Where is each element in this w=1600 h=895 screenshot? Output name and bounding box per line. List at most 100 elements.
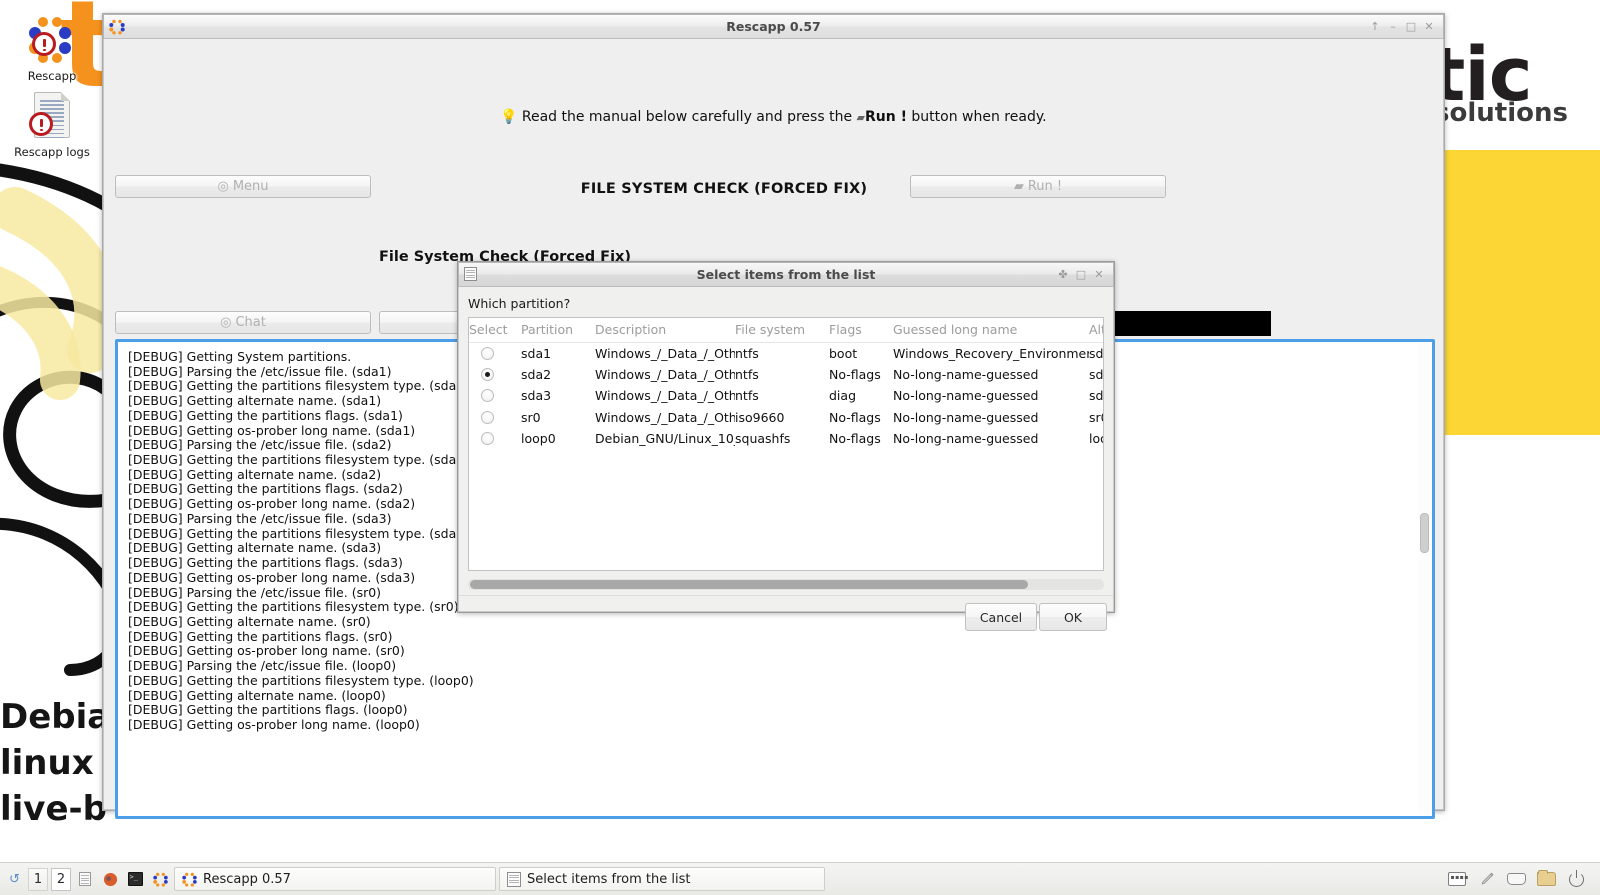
taskbar[interactable]: ↺ 1 2 >_ Rescapp 0.57 Select items from …	[0, 862, 1600, 895]
instruction-suffix: button when ready.	[906, 109, 1047, 125]
shade-icon[interactable]: ↑	[1367, 19, 1383, 35]
cell-flags: diag	[829, 385, 893, 407]
column-header-alternate[interactable]: Alter	[1089, 318, 1103, 343]
log-vertical-scrollbar[interactable]	[1418, 343, 1431, 815]
cell-filesystem: ntfs	[735, 385, 829, 407]
lightbulb-icon: 💡	[500, 109, 518, 125]
column-header-description[interactable]: Description	[595, 318, 735, 343]
rescapp-logo-icon	[182, 872, 197, 887]
workspace-button-1[interactable]: 1	[28, 867, 48, 891]
desktop-icon-label: Rescapp logs	[14, 145, 90, 159]
instruction-prefix: Read the manual below carefully and pres…	[521, 109, 857, 125]
main-window-title: Rescapp 0.57	[726, 19, 821, 34]
cell-flags: No-flags	[829, 364, 893, 386]
cell-partition: sda3	[521, 385, 595, 407]
cell-filesystem: iso9660	[735, 406, 829, 428]
cell-alternate: sda2	[1089, 364, 1103, 386]
partition-radio[interactable]	[481, 389, 494, 403]
select-items-dialog[interactable]: Select items from the list ✤ □ ✕ Which p…	[457, 261, 1115, 631]
column-header-flags[interactable]: Flags	[829, 318, 893, 343]
list-scroll-thumb[interactable]	[470, 580, 1028, 589]
launcher-terminal-list[interactable]	[74, 868, 96, 891]
desktop-icon-rescapp[interactable]: Rescapp	[0, 14, 104, 83]
keyboard-layout-icon[interactable]: ▪▪▪▪	[1447, 871, 1468, 888]
system-tray[interactable]: ▪▪▪▪	[1447, 869, 1596, 888]
disk-icon[interactable]	[1507, 871, 1526, 888]
close-icon[interactable]: ✕	[1421, 19, 1437, 35]
column-header-long-name[interactable]: Guessed long name	[893, 318, 1089, 343]
cell-alternate: sda3	[1089, 385, 1103, 407]
launcher-rescapp[interactable]	[149, 868, 171, 891]
dialog-window-controls[interactable]: ✤ □ ✕	[1055, 267, 1113, 283]
list-horizontal-scrollbar[interactable]	[468, 579, 1104, 590]
cell-flags: No-flags	[829, 406, 893, 428]
black-panel	[1111, 311, 1271, 336]
folder-icon[interactable]	[1537, 870, 1556, 888]
partition-radio[interactable]	[481, 431, 494, 445]
log-scroll-thumb[interactable]	[1420, 513, 1429, 553]
cell-description: Debian_GNU/Linux_10_	[595, 427, 735, 449]
launcher-terminal[interactable]: >_	[124, 868, 146, 891]
power-icon[interactable]	[1567, 869, 1586, 888]
desktop-icon-label: Rescapp	[27, 69, 77, 83]
cancel-button[interactable]: Cancel	[965, 603, 1037, 631]
rescapp-icon	[152, 872, 168, 887]
pencil-icon[interactable]	[1477, 871, 1496, 888]
cell-alternate: sda1	[1089, 342, 1103, 365]
desktop[interactable]: t tic solutions Debia linux live-b Resca…	[0, 0, 1600, 845]
dialog-title: Select items from the list	[696, 267, 876, 282]
document-clock-icon	[26, 90, 78, 142]
chat-button[interactable]: ◎ Chat	[115, 311, 371, 334]
partition-radio[interactable]	[481, 347, 494, 361]
table-row[interactable]: sda3 Windows_/_Data_/_Other ntfs diag No…	[469, 385, 1103, 407]
cell-partition: sr0	[521, 406, 595, 428]
instruction-text: 💡 Read the manual below carefully and pre…	[104, 109, 1443, 125]
maximize-icon[interactable]: □	[1073, 267, 1089, 283]
firefox-icon	[103, 872, 117, 886]
launcher-firefox[interactable]	[99, 868, 121, 891]
chat-icon: ◎	[220, 315, 232, 330]
close-icon[interactable]: ✕	[1091, 267, 1107, 283]
desktop-icon-rescapp-logs[interactable]: Rescapp logs	[0, 90, 104, 159]
cell-flags: No-flags	[829, 427, 893, 449]
ok-button[interactable]: OK	[1039, 603, 1107, 631]
cell-description: Windows_/_Data_/_Other	[595, 342, 735, 365]
dialog-separator	[459, 595, 1113, 596]
minimize-icon[interactable]: –	[1385, 19, 1401, 35]
main-window-controls[interactable]: ↑ – □ ✕	[1367, 19, 1443, 35]
dialog-titlebar[interactable]: Select items from the list ✤ □ ✕	[458, 262, 1114, 287]
column-header-partition[interactable]: Partition	[521, 318, 595, 343]
table-row[interactable]: sda2 Windows_/_Data_/_Other ntfs No-flag…	[469, 364, 1103, 386]
table-row[interactable]: sr0 Windows_/_Data_/_Other iso9660 No-fl…	[469, 406, 1103, 428]
wallpaper-distro-text: Debia linux live-b	[0, 697, 111, 829]
shade-icon[interactable]: ✤	[1055, 267, 1071, 283]
dialog-question: Which partition?	[468, 296, 571, 311]
partition-radio[interactable]	[481, 368, 494, 382]
taskbar-task-dialog[interactable]: Select items from the list	[499, 867, 825, 891]
workspace-button-2[interactable]: 2	[51, 867, 71, 891]
partition-radio[interactable]	[481, 410, 494, 424]
column-header-select[interactable]: Select	[469, 318, 521, 343]
table-header-row: Select Partition Description File system…	[469, 318, 1103, 343]
cell-long-name: No-long-name-guessed	[893, 385, 1089, 407]
taskbar-task-label: Select items from the list	[527, 871, 691, 887]
taskbar-task-label: Rescapp 0.57	[203, 871, 291, 887]
list-icon	[464, 266, 480, 283]
taskbar-task-rescapp[interactable]: Rescapp 0.57	[174, 867, 496, 891]
ok-button-label: OK	[1063, 609, 1083, 625]
page-title: FILE SYSTEM CHECK (FORCED FIX)	[580, 181, 868, 197]
cell-long-name: No-long-name-guessed	[893, 427, 1089, 449]
cell-description: Windows_/_Data_/_Other	[595, 364, 735, 386]
main-window-titlebar[interactable]: Rescapp 0.57 ↑ – □ ✕	[103, 14, 1444, 39]
cell-description: Windows_/_Data_/_Other	[595, 406, 735, 428]
table-row[interactable]: loop0 Debian_GNU/Linux_10_ squashfs No-f…	[469, 427, 1103, 449]
wallpaper-tagline: solutions	[1434, 98, 1568, 128]
cell-long-name: No-long-name-guessed	[893, 364, 1089, 386]
cell-filesystem: ntfs	[735, 364, 829, 386]
partition-list[interactable]: Select Partition Description File system…	[468, 317, 1104, 571]
table-row[interactable]: sda1 Windows_/_Data_/_Other ntfs boot Wi…	[469, 342, 1103, 365]
column-header-filesystem[interactable]: File system	[735, 318, 829, 343]
refresh-icon[interactable]: ↺	[4, 868, 25, 891]
cell-partition: loop0	[521, 427, 595, 449]
maximize-icon[interactable]: □	[1403, 19, 1419, 35]
